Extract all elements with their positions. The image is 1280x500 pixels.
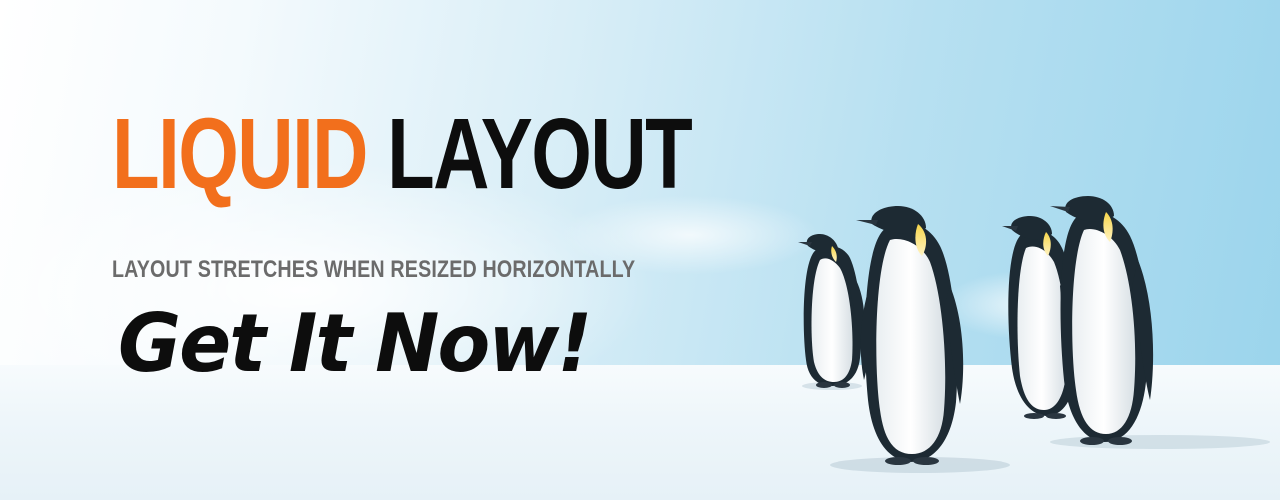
- penguins-icon: [798, 196, 1270, 473]
- penguin-far-left: [798, 234, 865, 388]
- penguin-front-center: [856, 206, 964, 465]
- headline-main-word: LAYOUT: [387, 98, 693, 210]
- penguin-far-right: [1050, 196, 1154, 445]
- subheadline: LAYOUT STRETCHES WHEN RESIZED HORIZONTAL…: [112, 256, 636, 283]
- headline-accent-word: LIQUID: [112, 98, 369, 210]
- get-it-now-link[interactable]: Get It Now!: [118, 304, 592, 384]
- headline: LIQUID LAYOUT: [112, 104, 693, 204]
- hero-banner: LIQUID LAYOUT LAYOUT STRETCHES WHEN RESI…: [0, 0, 1280, 500]
